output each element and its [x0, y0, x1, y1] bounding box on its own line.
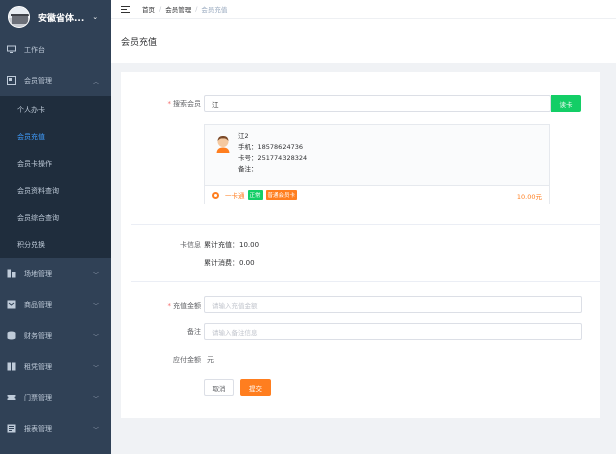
member-name: 江2: [238, 132, 249, 140]
chevron-down-icon[interactable]: ⌄: [92, 13, 98, 21]
search-member-label: * 搜索会员: [167, 100, 202, 108]
card-info-label: 卡信息: [180, 241, 201, 249]
card-radio[interactable]: [212, 191, 219, 199]
finance-icon: [7, 331, 16, 340]
desktop-icon: [7, 45, 16, 54]
member-remark: 备注：: [238, 165, 258, 173]
payable-label: 应付金额: [173, 356, 201, 364]
sidebar-item-ticket[interactable]: 门票管理 ﹀: [0, 382, 111, 413]
page-title: 会员充值: [121, 37, 158, 48]
member-phone: 手机：18578624736: [238, 143, 303, 151]
read-card-button[interactable]: 读卡: [551, 95, 581, 112]
sidebar: 安徽省体... ⌄ 工作台 会员管理 ︿ 个人办卡 会员充值 会员卡操作 会员资…: [0, 0, 111, 454]
chevron-up-icon: ︿: [92, 79, 99, 86]
chevron-down-icon: ﹀: [92, 334, 99, 341]
breadcrumb-separator: /: [195, 5, 198, 13]
search-member-input[interactable]: 江: [204, 95, 551, 112]
top-navbar: 首页 / 会员管理 / 会员充值: [111, 0, 616, 19]
submenu-item-recharge[interactable]: 会员充值: [0, 123, 111, 150]
sidebar-item-goods[interactable]: 商品管理 ﹀: [0, 289, 111, 320]
member-card-option[interactable]: 一卡通 正常 普通会员卡 10.00元: [205, 185, 549, 204]
sidebar-item-label: 财务管理: [24, 331, 52, 340]
page-header: 会员充值: [111, 19, 616, 63]
recharge-form-card: * 搜索会员 江 读卡 江2 手机：18578624736 卡号：25177432…: [121, 72, 600, 418]
breadcrumb-separator: /: [159, 5, 162, 13]
brand-title: 安徽省体...: [38, 13, 85, 24]
sidebar-item-label: 会员管理: [24, 76, 52, 85]
sidebar-item-label: 商品管理: [24, 300, 52, 309]
submenu-item-personal-card[interactable]: 个人办卡: [0, 96, 111, 123]
member-result-card[interactable]: 江2 手机：18578624736 卡号：251774328324 备注： 一卡…: [204, 124, 550, 204]
submenu-item-combined-query[interactable]: 会员综合查询: [0, 204, 111, 231]
sidebar-item-venue[interactable]: 场地管理 ﹀: [0, 258, 111, 289]
cancel-button[interactable]: 取消: [204, 379, 234, 396]
member-info: 江2 手机：18578624736 卡号：251774328324 备注：: [238, 131, 307, 175]
sidebar-item-workbench[interactable]: 工作台: [0, 34, 111, 65]
hamburger-icon[interactable]: [121, 5, 130, 13]
divider: [131, 281, 600, 282]
chevron-down-icon: ﹀: [92, 396, 99, 403]
sidebar-item-rent[interactable]: 租凭管理 ﹀: [0, 351, 111, 382]
card-balance: 10.00元: [516, 193, 542, 201]
remark-input[interactable]: 请输入备注信息: [204, 323, 582, 340]
sidebar-item-label: 门票管理: [24, 393, 52, 402]
sidebar-item-finance[interactable]: 财务管理 ﹀: [0, 320, 111, 351]
sidebar-item-label: 报表管理: [24, 424, 52, 433]
member-submenu: 个人办卡 会员充值 会员卡操作 会员资料查询 会员综合查询 积分兑换: [0, 96, 111, 258]
sidebar-item-label: 工作台: [24, 45, 45, 54]
total-recharge: 累计充值：10.00: [204, 241, 260, 249]
submenu-item-card-operation[interactable]: 会员卡操作: [0, 150, 111, 177]
sidebar-item-report[interactable]: 报表管理 ﹀: [0, 413, 111, 444]
chevron-down-icon: ﹀: [92, 365, 99, 372]
avatar: [8, 6, 30, 28]
payable-value: 元: [207, 356, 214, 364]
recharge-amount-label: * 充值金额: [167, 302, 202, 310]
breadcrumb-current: 会员充值: [201, 6, 228, 14]
sidebar-item-label: 场地管理: [24, 269, 52, 278]
breadcrumb-section[interactable]: 会员管理: [165, 4, 191, 14]
report-icon: [7, 424, 16, 433]
member-icon: [7, 76, 16, 85]
ticket-icon: [7, 393, 16, 402]
chevron-down-icon: ﹀: [92, 272, 99, 279]
goods-icon: [7, 300, 16, 309]
card-type-badge: 普通会员卡: [265, 190, 298, 200]
user-avatar-icon: [216, 135, 230, 153]
submenu-item-profile-query[interactable]: 会员资料查询: [0, 177, 111, 204]
rent-icon: [7, 362, 16, 371]
status-badge: 正常: [247, 190, 263, 200]
total-consume: 累计消费：0.00: [204, 259, 255, 267]
sidebar-item-label: 租凭管理: [24, 362, 52, 371]
recharge-amount-input[interactable]: 请输入充值金额: [204, 296, 582, 313]
sidebar-item-member[interactable]: 会员管理 ︿: [0, 65, 111, 96]
submenu-item-points-exchange[interactable]: 积分兑换: [0, 231, 111, 258]
member-card-no: 卡号：251774328324: [238, 154, 308, 162]
submit-button[interactable]: 提交: [240, 379, 271, 396]
brand-header[interactable]: 安徽省体... ⌄: [0, 0, 111, 34]
venue-icon: [7, 269, 16, 278]
card-name: 一卡通: [225, 192, 245, 200]
breadcrumb-home[interactable]: 首页: [142, 4, 155, 14]
chevron-down-icon: ﹀: [92, 427, 99, 434]
divider: [131, 224, 600, 225]
chevron-down-icon: ﹀: [92, 303, 99, 310]
remark-label: 备注: [187, 328, 201, 336]
